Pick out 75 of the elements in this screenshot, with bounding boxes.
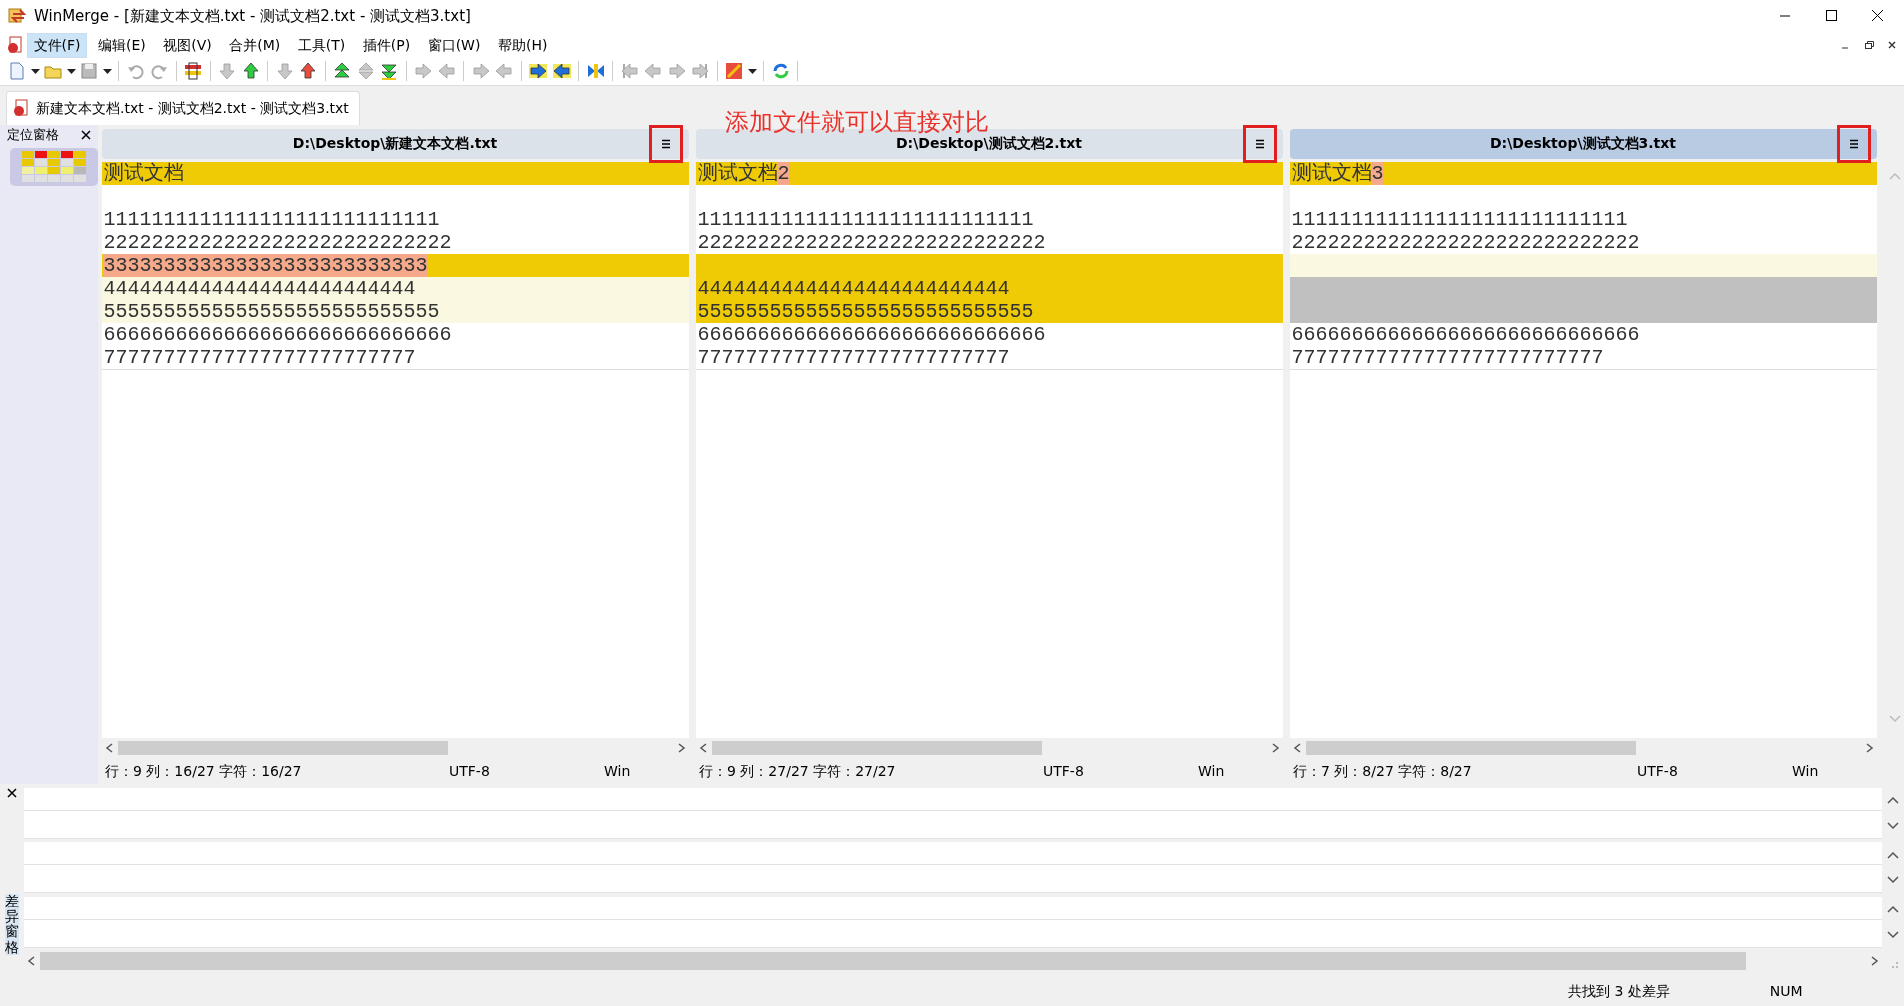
file-path: D:\Desktop\测试文档3.txt: [1490, 134, 1676, 154]
document-tab[interactable]: 新建文本文档.txt - 测试文档2.txt - 测试文档3.txt: [6, 90, 360, 126]
file-path: D:\Desktop\新建文本文档.txt: [292, 134, 498, 154]
menu-icon: [1255, 138, 1264, 149]
scroll-up-icon[interactable]: [1886, 850, 1900, 860]
pane-title[interactable]: 差异窗格: [5, 893, 19, 956]
code-line: 44444444444444444444444444: [103, 277, 416, 301]
menu-button[interactable]: [648, 124, 683, 163]
encoding-label: UTF-8: [449, 761, 491, 781]
code-line: 测试文档3: [1291, 162, 1384, 186]
scroll-up-icon[interactable]: [1886, 795, 1900, 806]
copy-left-icon[interactable]: [551, 61, 572, 82]
menu-icon: [661, 138, 670, 149]
menu-item[interactable]: 插件(P): [355, 32, 418, 58]
line-ending-label: Win: [1792, 761, 1819, 781]
arrow-up-icon[interactable]: [240, 61, 261, 82]
window-title: WinMerge - [新建文本文档.txt - 测试文档2.txt - 测试文档3.txt]: [34, 6, 472, 28]
close-icon[interactable]: [7, 787, 17, 798]
code-line: 66666666666666666666666666666: [103, 323, 452, 347]
code-line: 测试文档: [103, 162, 184, 186]
scrollbar-thumb[interactable]: [1305, 741, 1636, 756]
document-icon: [7, 36, 23, 55]
annotation-text: 添加文件就可以直接对比: [725, 108, 989, 136]
double-arrow-down-icon[interactable]: [379, 61, 399, 82]
pane-title: 定位窗格: [7, 126, 59, 145]
code-line: 1111111111111111111111111111: [103, 208, 440, 232]
code-line: 44444444444444444444444444: [697, 277, 1010, 301]
document-icon: [13, 99, 29, 118]
code-line: 测试文档2: [697, 162, 790, 186]
scrollbar-thumb[interactable]: [711, 741, 1042, 756]
scroll-down-icon[interactable]: [1886, 875, 1900, 886]
num-lock-indicator: NUM: [1769, 982, 1803, 1002]
encoding-label: UTF-8: [1043, 761, 1085, 781]
arrow-up-icon[interactable]: [298, 61, 318, 82]
code-line: 1111111111111111111111111111: [1291, 208, 1628, 232]
code-line: 22222222222222222222222222222: [1291, 231, 1640, 255]
status-message: 共找到 3 处差异: [1568, 982, 1670, 1002]
menu-item[interactable]: 合并(M): [222, 32, 288, 58]
cursor-position: 行：7 列：8/27 字符：8/27: [1293, 761, 1473, 781]
code-line: 66666666666666666666666666666: [1291, 323, 1640, 347]
menu-button[interactable]: [1242, 124, 1277, 163]
menu-item[interactable]: 工具(T): [290, 32, 353, 58]
code-line: 5555555555555555555555555555: [103, 300, 440, 324]
menu-button[interactable]: [1836, 124, 1871, 163]
menu-icon: [1849, 138, 1858, 149]
menu-item[interactable]: 编辑(E): [91, 32, 153, 58]
code-line: 66666666666666666666666666666: [697, 323, 1046, 347]
encoding-label: UTF-8: [1637, 761, 1679, 781]
scrollbar-thumb[interactable]: [117, 741, 448, 756]
location-map-drawing[interactable]: [10, 148, 98, 187]
cursor-position: 行：9 列：27/27 字符：27/27: [699, 761, 897, 781]
code-line: 77777777777777777777777777: [103, 346, 416, 370]
options-icon[interactable]: [724, 61, 744, 82]
scroll-down-icon[interactable]: [1886, 930, 1900, 940]
code-line: 77777777777777777777777777: [697, 346, 1010, 370]
code-line: 77777777777777777777777777: [1291, 346, 1604, 370]
close-icon[interactable]: [81, 130, 91, 141]
code-line: 22222222222222222222222222222: [697, 231, 1046, 255]
copy-right-icon[interactable]: [528, 61, 548, 82]
scroll-up-icon[interactable]: [1886, 904, 1900, 915]
line-ending-label: Win: [604, 761, 631, 781]
cursor-position: 行：9 列：16/27 字符：16/27: [105, 761, 303, 781]
diff-marker-icon[interactable]: [183, 61, 203, 82]
line-ending-label: Win: [1198, 761, 1225, 781]
code-line: 1111111111111111111111111111: [697, 208, 1034, 232]
resize-grip-icon: [1892, 962, 1898, 969]
code-line: 5555555555555555555555555555: [697, 300, 1034, 324]
file-path: D:\Desktop\测试文档2.txt: [896, 134, 1082, 154]
menu-item[interactable]: 窗口(W): [420, 32, 488, 58]
scroll-down-icon[interactable]: [1886, 821, 1900, 831]
menu-item[interactable]: 帮助(H): [490, 32, 555, 58]
menu-item[interactable]: 视图(V): [156, 32, 219, 58]
scrollbar-thumb[interactable]: [40, 952, 1746, 971]
code-line: 22222222222222222222222222222: [103, 231, 452, 255]
menu-item[interactable]: 文件(F): [26, 32, 88, 58]
